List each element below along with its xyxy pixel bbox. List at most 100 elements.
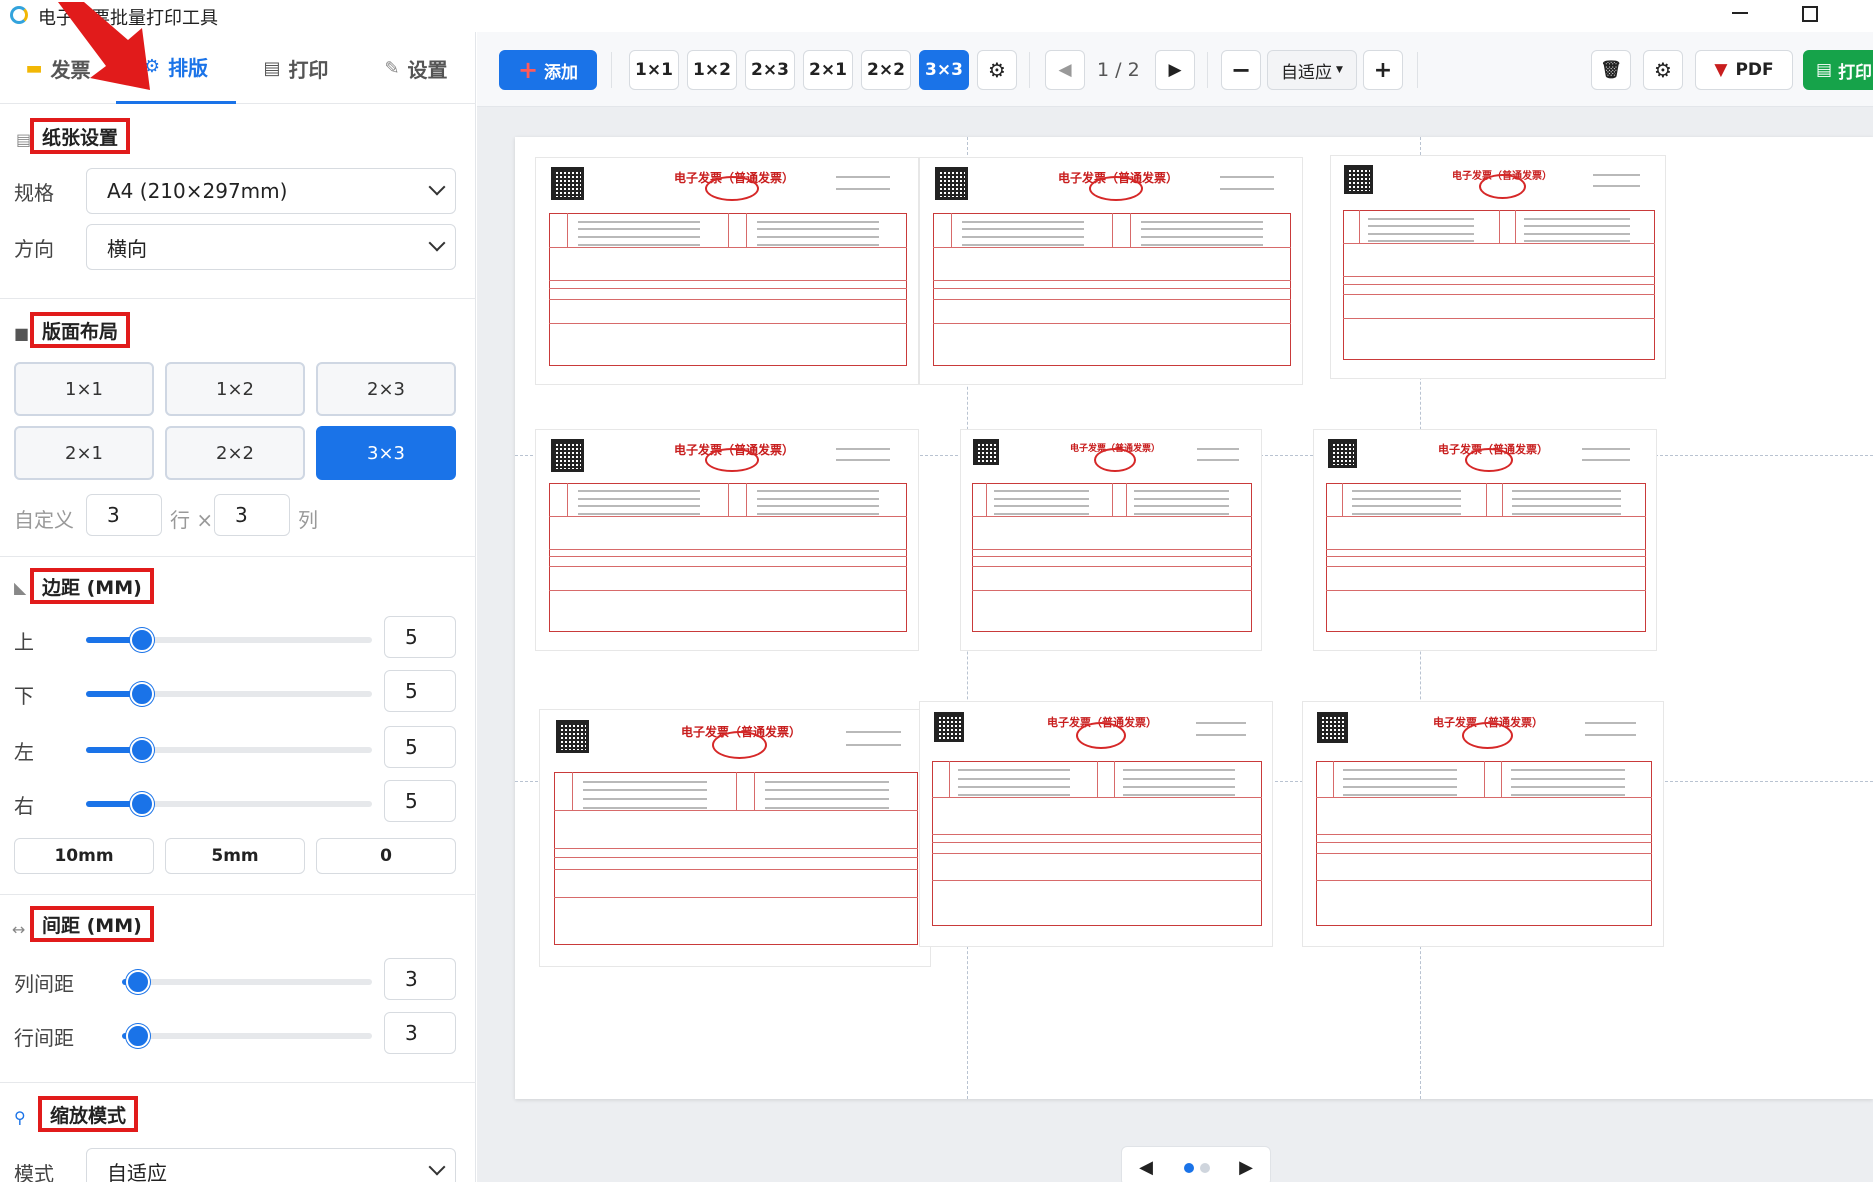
seal-stamp-icon xyxy=(1089,176,1143,201)
next-page-button[interactable]: ▶ xyxy=(1155,50,1195,90)
seal-stamp-icon xyxy=(712,731,767,759)
margin-bottom-input[interactable]: 5 xyxy=(384,670,456,712)
add-button[interactable]: + 添加 xyxy=(499,50,597,90)
spacing-section-title: 间距 (MM) xyxy=(30,906,154,942)
seal-stamp-icon xyxy=(705,176,759,201)
layout-option-1x1[interactable]: 1×1 xyxy=(14,362,154,416)
zoom-out-button[interactable]: − xyxy=(1221,50,1261,90)
triangle-right-icon: ▶ xyxy=(1239,1156,1253,1178)
toolbar-layout-1x2[interactable]: 1×2 xyxy=(687,50,737,90)
maximize-button[interactable] xyxy=(1802,6,1818,22)
invoice-thumbnail[interactable]: 电子发票（普通发票） xyxy=(919,157,1303,385)
margin-top-slider[interactable] xyxy=(86,628,372,652)
page-dot-active[interactable] xyxy=(1184,1163,1194,1173)
pager-next-button[interactable]: ▶ xyxy=(1234,1155,1258,1179)
toolbar-layout-2x1[interactable]: 2×1 xyxy=(803,50,853,90)
col-spacing-label: 列间距 xyxy=(14,972,74,996)
settings-button[interactable]: ⚙ xyxy=(1643,50,1683,90)
row-spacing-input[interactable]: 3 xyxy=(384,1012,456,1054)
document-icon: ▤ xyxy=(16,130,32,149)
caret-down-icon: ▼ xyxy=(1336,65,1343,75)
custom-rows-input[interactable]: 3 xyxy=(86,494,162,536)
invoice-thumbnail[interactable]: 电子发票（普通发票） xyxy=(960,429,1262,651)
panel-tabs: ▬ 发票 ⚙ 排版 ▤ 打印 ✎ 设置 xyxy=(0,32,476,104)
margin-left-label: 左 xyxy=(14,740,34,764)
layout-settings-button[interactable]: ⚙ xyxy=(977,50,1017,90)
invoice-thumbnail[interactable]: 电子发票（普通发票） xyxy=(919,701,1273,947)
qr-code-icon xyxy=(556,720,589,753)
paper-size-select[interactable]: A4 (210×297mm) xyxy=(86,168,456,214)
app-window: 电子发票批量打印工具 ▬ 发票 ⚙ 排版 ▤ 打印 ✎ 设置 ▤ 纸张设置 规格… xyxy=(0,0,1873,1182)
invoice-thumbnail[interactable]: 电子发票（普通发票） xyxy=(535,157,919,385)
margin-preset-10mm[interactable]: 10mm xyxy=(14,838,154,874)
triangle-right-icon: ▶ xyxy=(1168,60,1182,80)
layout-option-2x3[interactable]: 2×3 xyxy=(316,362,456,416)
seal-stamp-icon xyxy=(1076,722,1126,749)
seal-stamp-icon xyxy=(1479,174,1526,199)
layout-section-title: 版面布局 xyxy=(30,312,131,348)
invoice-thumbnail[interactable]: 电子发票（普通发票） xyxy=(1330,155,1666,379)
toolbar-layout-2x3[interactable]: 2×3 xyxy=(745,50,795,90)
tab-settings[interactable]: ✎ 设置 xyxy=(356,32,476,104)
print-button-label: 打印 xyxy=(1838,62,1873,83)
layout-option-3x3[interactable]: 3×3 xyxy=(316,426,456,480)
qr-code-icon xyxy=(551,167,584,200)
zoom-in-button[interactable]: + xyxy=(1363,50,1403,90)
tab-print[interactable]: ▤ 打印 xyxy=(236,32,356,104)
tab-settings-label: 设置 xyxy=(407,57,448,82)
margin-right-slider[interactable] xyxy=(86,792,372,816)
margin-left-input[interactable]: 5 xyxy=(384,726,456,768)
qr-code-icon xyxy=(1344,165,1373,194)
col-spacing-slider[interactable] xyxy=(122,970,372,994)
triangle-left-icon: ◀ xyxy=(1058,60,1072,80)
margin-preset-0[interactable]: 0 xyxy=(316,838,456,874)
toolbar-layout-1x1[interactable]: 1×1 xyxy=(629,50,679,90)
pager-prev-button[interactable]: ◀ xyxy=(1134,1155,1158,1179)
invoice-thumbnail[interactable]: 电子发票（普通发票） xyxy=(1313,429,1657,651)
margin-top-input[interactable]: 5 xyxy=(384,616,456,658)
ruler-icon: ◣ xyxy=(14,578,27,597)
folder-icon: ■ xyxy=(14,324,30,343)
margin-left-slider[interactable] xyxy=(86,738,372,762)
app-logo-icon xyxy=(10,6,28,24)
col-spacing-input[interactable]: 3 xyxy=(384,958,456,1000)
magnifier-icon: ⚲ xyxy=(14,1108,26,1127)
title-bar: 电子发票批量打印工具 xyxy=(0,0,1873,32)
row-spacing-slider[interactable] xyxy=(122,1024,372,1048)
tab-invoices[interactable]: ▬ 发票 xyxy=(0,32,116,104)
margin-section-title: 边距 (MM) xyxy=(30,568,154,604)
delete-button[interactable]: 🗑 xyxy=(1591,50,1631,90)
margin-bottom-slider[interactable] xyxy=(86,682,372,706)
printer-icon: ▤ xyxy=(263,57,281,79)
gear-icon: ⚙ xyxy=(143,56,161,77)
zoom-level-value: 自适应 xyxy=(1281,62,1333,83)
margin-right-input[interactable]: 5 xyxy=(384,780,456,822)
page-dot[interactable] xyxy=(1200,1163,1210,1173)
zoom-mode-select[interactable]: 自适应 xyxy=(86,1148,456,1182)
orientation-value: 横向 xyxy=(107,236,147,261)
page-indicator: 1 / 2 xyxy=(1097,59,1140,81)
invoice-thumbnail[interactable]: 电子发票（普通发票） xyxy=(535,429,919,651)
orientation-select[interactable]: 横向 xyxy=(86,224,456,270)
toolbar-layout-3x3[interactable]: 3×3 xyxy=(919,50,969,90)
prev-page-button[interactable]: ◀ xyxy=(1045,50,1085,90)
invoice-thumbnail[interactable]: 电子发票（普通发票） xyxy=(1302,701,1664,947)
zoom-level-select[interactable]: 自适应 ▼ xyxy=(1267,50,1357,90)
tab-layout[interactable]: ⚙ 排版 xyxy=(116,32,236,104)
margin-bottom-label: 下 xyxy=(14,684,34,708)
plus-icon: + xyxy=(517,56,539,84)
margin-preset-5mm[interactable]: 5mm xyxy=(165,838,305,874)
divider xyxy=(0,1082,476,1083)
layout-option-1x2[interactable]: 1×2 xyxy=(165,362,305,416)
orientation-label: 方向 xyxy=(14,237,54,261)
custom-cols-input[interactable]: 3 xyxy=(214,494,290,536)
invoice-thumbnail[interactable]: 电子发票（普通发票） xyxy=(539,709,931,967)
chevron-down-icon xyxy=(428,234,446,252)
toolbar-layout-2x2[interactable]: 2×2 xyxy=(861,50,911,90)
minimize-button[interactable] xyxy=(1730,0,1752,32)
layout-option-2x1[interactable]: 2×1 xyxy=(14,426,154,480)
layout-option-2x2[interactable]: 2×2 xyxy=(165,426,305,480)
print-button[interactable]: ▤ 打印 xyxy=(1803,50,1873,90)
export-pdf-button[interactable]: ▼ PDF xyxy=(1695,50,1793,90)
zoom-mode-value: 自适应 xyxy=(107,1160,167,1182)
